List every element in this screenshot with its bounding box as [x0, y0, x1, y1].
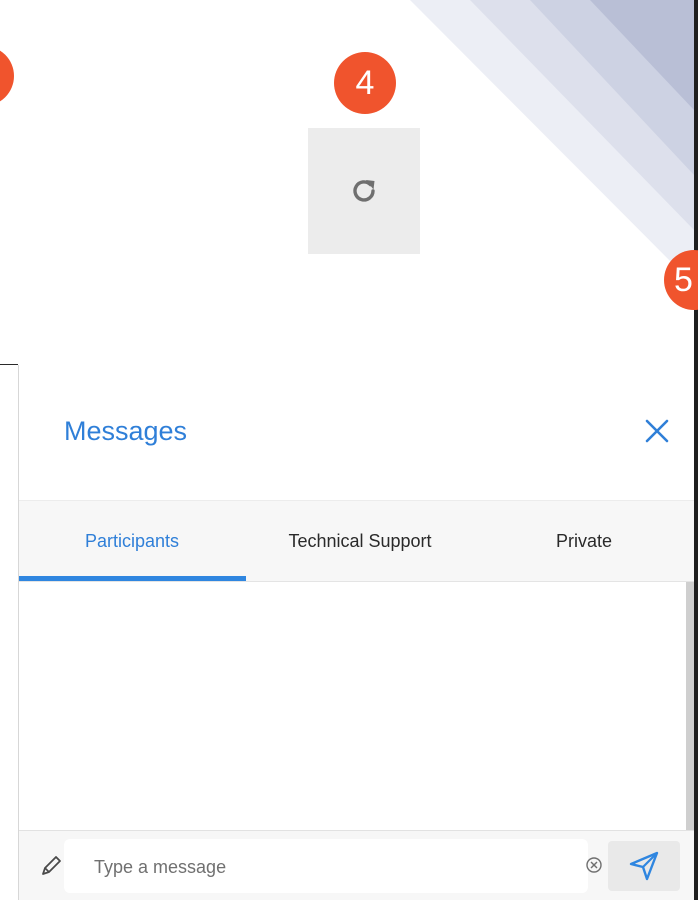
panel-left-border [18, 365, 19, 900]
send-icon [629, 851, 659, 881]
message-list-scrollbar[interactable] [686, 582, 694, 830]
tab-technical-support[interactable]: Technical Support [246, 501, 474, 581]
step-badge-5: 5 [664, 250, 698, 310]
scrollbar-thumb[interactable] [686, 582, 694, 830]
active-tab-indicator [18, 576, 246, 581]
page: 4 5 Messages Participants Technical Supp… [0, 0, 698, 900]
close-icon [645, 419, 669, 443]
close-button[interactable] [640, 414, 674, 448]
messages-tabs: Participants Technical Support Private [18, 500, 694, 582]
refresh-icon [353, 180, 375, 202]
messages-header: Messages [18, 364, 694, 500]
pencil-icon [42, 856, 61, 875]
tab-private[interactable]: Private [474, 501, 694, 581]
messages-panel: Messages Participants Technical Support … [18, 364, 694, 900]
window-edge [694, 0, 698, 900]
message-input-wrapper [64, 839, 588, 893]
refresh-button[interactable] [308, 128, 420, 254]
step-badge-partial [0, 46, 14, 106]
step-badge-4: 4 [334, 52, 396, 114]
message-list [18, 582, 694, 830]
messages-title: Messages [64, 416, 188, 446]
tab-participants[interactable]: Participants [18, 501, 246, 581]
send-button[interactable] [608, 841, 680, 891]
message-composer [18, 830, 694, 900]
clear-circle-icon[interactable] [584, 855, 604, 875]
message-input[interactable] [92, 849, 566, 885]
